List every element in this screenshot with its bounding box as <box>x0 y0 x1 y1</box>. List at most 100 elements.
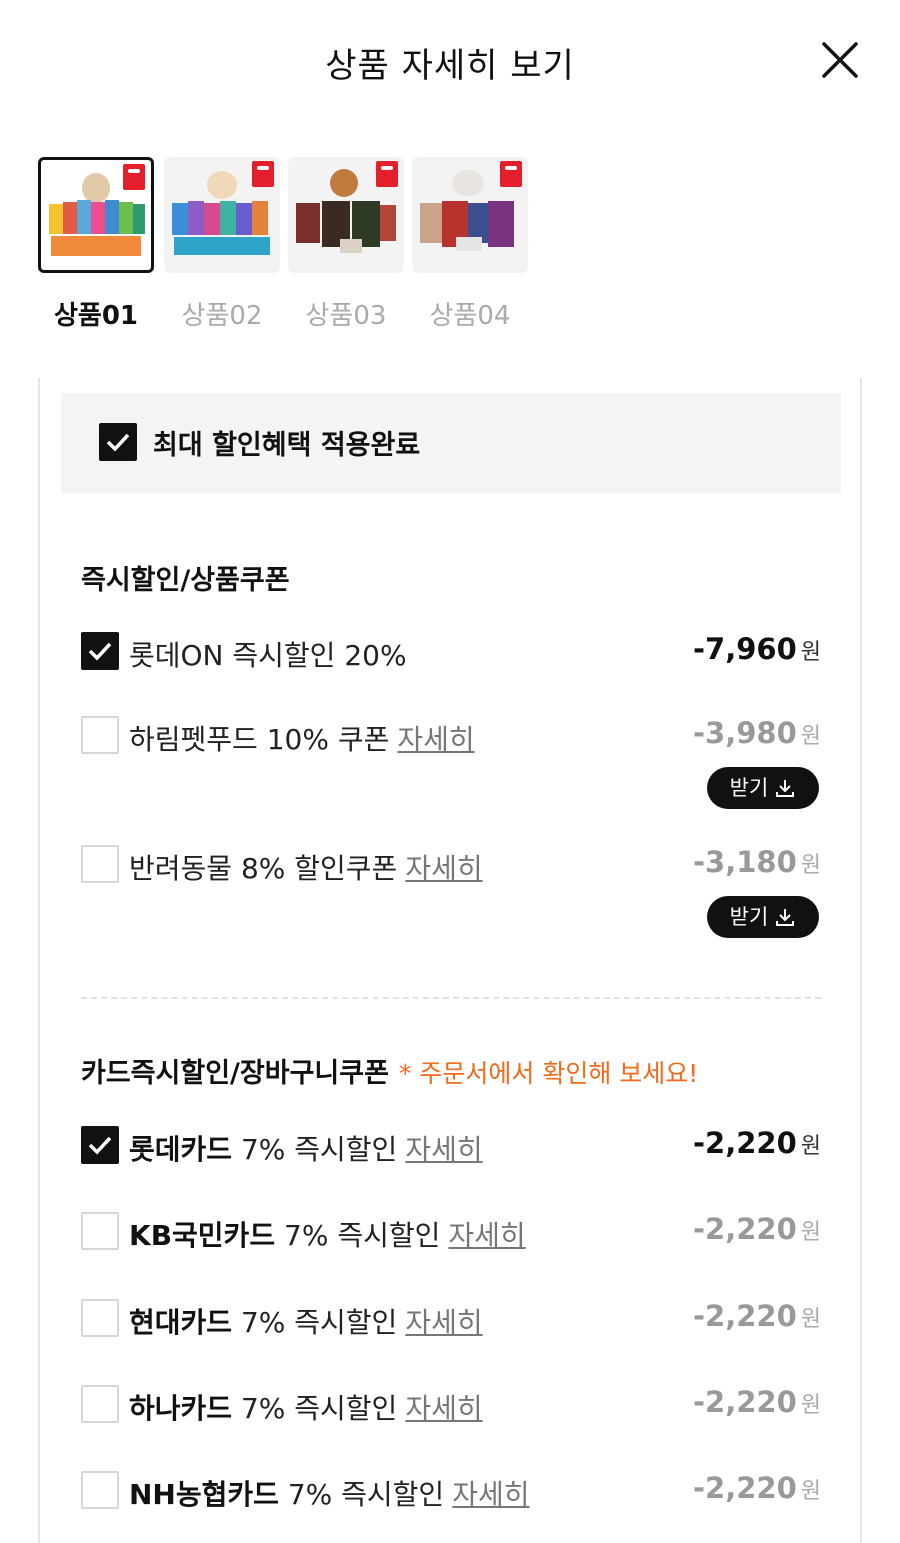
amount-value: -2,220 <box>692 1471 797 1505</box>
card-label: 하나카드 7% 즉시할인 자세히 <box>129 1387 483 1427</box>
product-thumbnail-1[interactable]: 상품01 <box>38 157 154 332</box>
amount-value: -2,220 <box>692 1212 797 1246</box>
max-benefit-label: 최대 할인혜택 적용완료 <box>153 430 421 461</box>
coupon-name: 반려동물 8% 할인쿠폰 <box>129 852 398 885</box>
max-benefit-box: 최대 할인혜택 적용완료 <box>61 393 841 493</box>
product-image <box>164 157 280 273</box>
detail-link[interactable]: 자세히 <box>405 1392 482 1425</box>
card-discount-text: 7% 즉시할인 <box>240 1392 398 1425</box>
product-image <box>412 157 528 273</box>
detail-link[interactable]: 자세히 <box>452 1478 529 1511</box>
card-discount-title: 카드즉시할인/장바구니쿠폰 * 주문서에서 확인해 보세요! <box>81 1051 698 1090</box>
detail-link[interactable]: 자세히 <box>448 1219 525 1252</box>
instant-discount-title: 즉시할인/상품쿠폰 <box>81 565 290 596</box>
card-checkbox[interactable] <box>81 1299 119 1337</box>
product-thumbnail-2[interactable]: 상품02 <box>164 157 280 332</box>
coupon-label: 반려동물 8% 할인쿠폰 자세히 <box>129 847 483 887</box>
detail-link[interactable]: 자세히 <box>405 1306 482 1339</box>
thumbnail-label: 상품01 <box>53 301 139 331</box>
coupon-amount: -3,980 원 <box>693 716 821 750</box>
max-benefit-checkbox[interactable] <box>99 423 137 461</box>
card-checkbox[interactable] <box>81 1471 119 1509</box>
currency-unit: 원 <box>800 853 821 878</box>
card-label: 롯데카드 7% 즉시할인 자세히 <box>129 1128 483 1168</box>
download-button-label: 받기 <box>729 776 769 800</box>
amount-value: -2,220 <box>692 1299 797 1333</box>
product-thumbnail-list: 상품01 상품02 상품03 상품04 <box>38 157 558 337</box>
coupon-checkbox[interactable] <box>81 716 119 754</box>
card-name: 롯데카드 <box>129 1133 233 1166</box>
card-name: NH농협카드 <box>129 1478 279 1511</box>
card-discount-text: 7% 즉시할인 <box>240 1133 398 1166</box>
modal-header: 상품 자세히 보기 <box>0 0 900 120</box>
modal-title: 상품 자세히 보기 <box>325 46 575 86</box>
amount-value: -2,220 <box>692 1385 797 1419</box>
download-button-label: 받기 <box>729 905 769 929</box>
download-icon <box>776 780 795 797</box>
download-coupon-button[interactable]: 받기 <box>707 767 819 809</box>
currency-unit: 원 <box>800 1307 821 1332</box>
coupon-label: 하림펫푸드 10% 쿠폰 자세히 <box>129 718 475 758</box>
close-icon[interactable] <box>818 38 862 82</box>
product-thumbnail-3[interactable]: 상품03 <box>288 157 404 332</box>
card-name: 하나카드 <box>129 1392 233 1425</box>
amount-value: -3,980 <box>692 716 797 750</box>
product-image <box>38 157 154 273</box>
thumbnail-label: 상품04 <box>429 301 511 331</box>
coupon-name: 하림펫푸드 10% 쿠폰 <box>129 723 390 756</box>
detail-link[interactable]: 자세히 <box>405 1133 482 1166</box>
thumbnail-label: 상품02 <box>181 301 263 331</box>
coupon-name: 롯데ON 즉시할인 20% <box>129 639 407 672</box>
product-thumbnail-4[interactable]: 상품04 <box>412 157 528 332</box>
card-discount-row: 하나카드 7% 즉시할인 자세히 -2,220 원 <box>81 1385 821 1429</box>
currency-unit: 원 <box>800 1134 821 1159</box>
card-discount-text: 7% 즉시할인 <box>287 1478 445 1511</box>
currency-unit: 원 <box>800 640 821 665</box>
card-discount-row: 롯데카드 7% 즉시할인 자세히 -2,220 원 <box>81 1126 821 1170</box>
card-name: KB국민카드 <box>129 1219 276 1252</box>
detail-link[interactable]: 자세히 <box>397 723 474 756</box>
check-icon <box>88 1136 112 1155</box>
check-icon <box>106 433 130 452</box>
coupon-checkbox[interactable] <box>81 845 119 883</box>
section-divider <box>81 997 821 999</box>
currency-unit: 원 <box>800 724 821 749</box>
coupon-row: 하림펫푸드 10% 쿠폰 자세히 -3,980 원 <box>81 716 821 760</box>
product-image <box>288 157 404 273</box>
check-icon <box>88 642 112 661</box>
card-amount: -2,220 원 <box>693 1471 821 1505</box>
card-checkbox[interactable] <box>81 1212 119 1250</box>
detail-link[interactable]: 자세히 <box>405 852 482 885</box>
coupon-row: 롯데ON 즉시할인 20% -7,960 원 <box>81 632 821 676</box>
card-checkbox[interactable] <box>81 1385 119 1423</box>
thumbnail-label: 상품03 <box>305 301 387 331</box>
card-checkbox[interactable] <box>81 1126 119 1164</box>
download-icon <box>776 909 795 926</box>
card-name: 현대카드 <box>129 1306 233 1339</box>
brand-badge-icon <box>376 161 398 187</box>
download-coupon-button[interactable]: 받기 <box>707 896 819 938</box>
currency-unit: 원 <box>800 1220 821 1245</box>
currency-unit: 원 <box>800 1479 821 1504</box>
card-section-title-text: 카드즉시할인/장바구니쿠폰 <box>81 1058 389 1089</box>
card-amount: -2,220 원 <box>693 1299 821 1333</box>
card-amount: -2,220 원 <box>693 1126 821 1160</box>
card-discount-row: 현대카드 7% 즉시할인 자세히 -2,220 원 <box>81 1299 821 1343</box>
amount-value: -2,220 <box>692 1126 797 1160</box>
coupon-checkbox[interactable] <box>81 632 119 670</box>
amount-value: -7,960 <box>692 632 797 666</box>
card-label: KB국민카드 7% 즉시할인 자세히 <box>129 1214 526 1254</box>
card-discount-row: KB국민카드 7% 즉시할인 자세히 -2,220 원 <box>81 1212 821 1256</box>
currency-unit: 원 <box>800 1393 821 1418</box>
card-amount: -2,220 원 <box>693 1212 821 1246</box>
card-discount-text: 7% 즉시할인 <box>284 1219 441 1252</box>
order-check-note: * 주문서에서 확인해 보세요! <box>398 1059 699 1088</box>
card-discount-row: NH농협카드 7% 즉시할인 자세히 -2,220 원 <box>81 1471 821 1515</box>
coupon-row: 반려동물 8% 할인쿠폰 자세히 -3,180 원 <box>81 845 821 889</box>
discount-panel: 최대 할인혜택 적용완료 즉시할인/상품쿠폰 롯데ON 즉시할인 20% -7,… <box>38 378 862 1543</box>
card-label: NH농협카드 7% 즉시할인 자세히 <box>129 1473 529 1513</box>
coupon-label: 롯데ON 즉시할인 20% <box>129 634 407 674</box>
coupon-amount: -7,960 원 <box>693 632 821 666</box>
coupon-amount: -3,180 원 <box>693 845 821 879</box>
card-label: 현대카드 7% 즉시할인 자세히 <box>129 1301 483 1341</box>
